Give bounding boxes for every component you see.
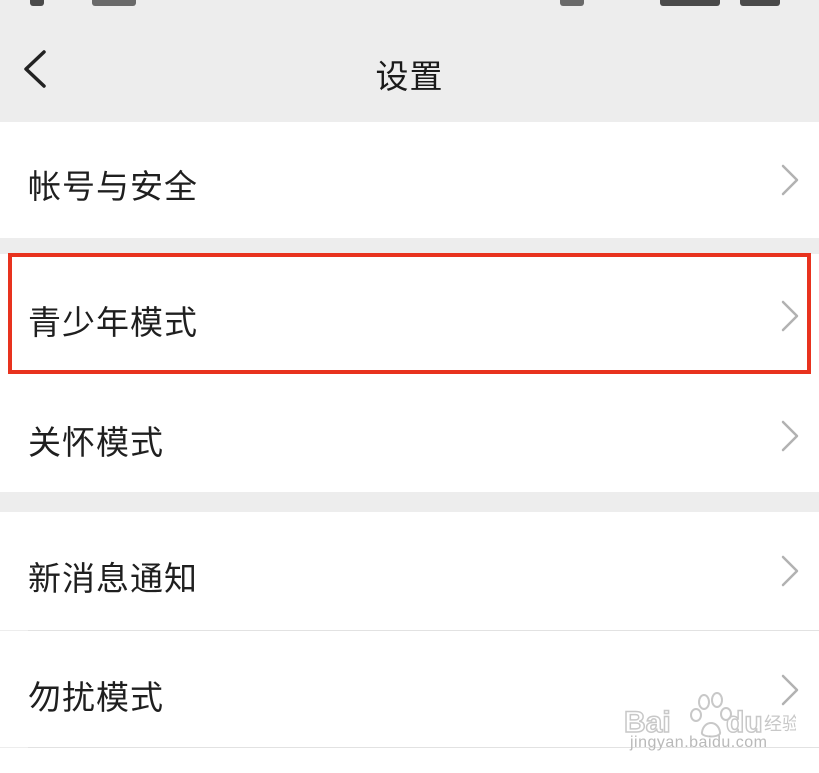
status-carrier-icon [92, 0, 136, 6]
status-signal-icon [30, 0, 44, 6]
settings-item-teen-mode[interactable]: 青少年模式 [0, 254, 819, 374]
chevron-right-icon [781, 300, 799, 332]
settings-item-account-security[interactable]: 帐号与安全 [0, 122, 819, 238]
watermark-url: jingyan.baidu.com [630, 734, 768, 751]
settings-item-care-mode[interactable]: 关怀模式 [0, 374, 819, 492]
status-battery-icon [740, 0, 780, 6]
chevron-right-icon [781, 420, 799, 452]
status-alarm-icon [560, 0, 584, 6]
settings-item-label: 关怀模式 [28, 423, 164, 462]
nav-header: 设置 [0, 22, 819, 120]
status-network-icon [660, 0, 720, 6]
settings-item-label: 青少年模式 [28, 303, 198, 342]
status-bar [0, 0, 819, 22]
settings-item-label: 勿扰模式 [28, 678, 164, 717]
settings-item-label: 新消息通知 [28, 559, 198, 598]
chevron-right-icon [781, 164, 799, 196]
svg-text:经验: 经验 [764, 714, 796, 735]
settings-item-label: 帐号与安全 [28, 167, 198, 206]
settings-item-new-message-notification[interactable]: 新消息通知 [0, 512, 819, 630]
settings-screen: 设置 帐号与安全 青少年模式 关怀模式 新消息通知 勿扰模式 Bai du 经验… [0, 0, 819, 773]
page-title: 设置 [375, 57, 444, 96]
chevron-right-icon [781, 555, 799, 587]
